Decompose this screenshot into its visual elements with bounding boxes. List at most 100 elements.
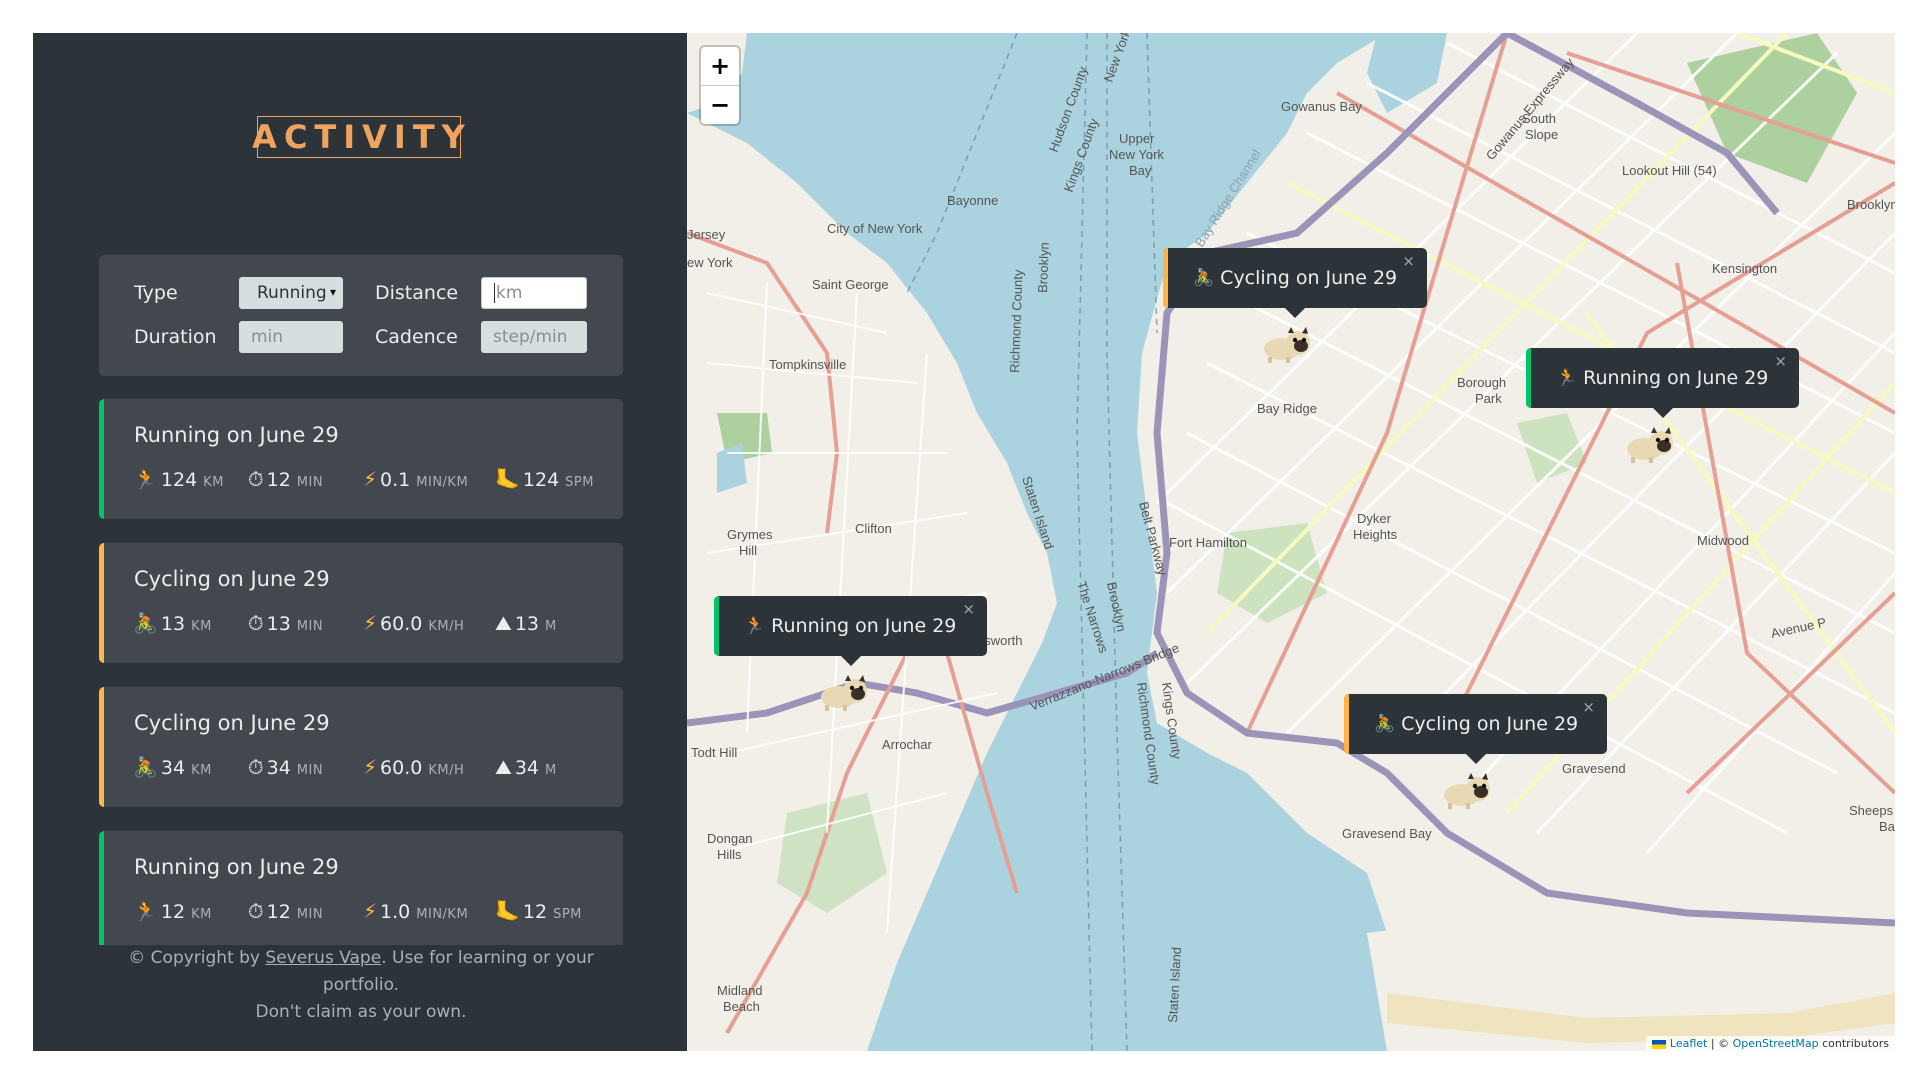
pug-marker-icon[interactable] [1260, 323, 1314, 365]
stat-value: 12 [522, 901, 548, 923]
type-select[interactable]: Running ▾ [239, 277, 343, 309]
copyright-text: Don't claim as your own. [255, 1002, 467, 1022]
distance-input[interactable]: km [481, 277, 587, 309]
map-label: Midwood [1697, 533, 1749, 548]
map[interactable]: Gowanus Bay Gowanus Expressway South Slo… [687, 33, 1895, 1051]
mountain-icon: ⛰ [495, 755, 512, 779]
foot-icon: 🦶 [495, 899, 520, 923]
stat-value: 124 [160, 469, 198, 491]
map-label: Sheeps [1849, 803, 1894, 818]
type-select-value: Running [257, 283, 327, 303]
duration-stat: ⏱ 12 MIN [248, 899, 323, 923]
osm-link[interactable]: OpenStreetMap [1733, 1037, 1819, 1050]
attribution-text: | © [1707, 1037, 1733, 1050]
map-label: Ba [1879, 819, 1895, 834]
stat-unit: KM [191, 907, 212, 922]
stat-unit: KM [191, 763, 212, 778]
stat-unit: KM [203, 475, 224, 490]
sidebar-scroll-area[interactable]: ACTIVITY Type Running ▾ Distance km Dura… [33, 33, 687, 945]
map-label: Upper [1119, 131, 1155, 146]
workout-card[interactable]: Running on June 29 🏃 124 KM ⏱ 12 MIN ⚡ 0.1 MIN… [99, 399, 623, 519]
stopwatch-icon: ⏱ [248, 755, 264, 779]
stat-unit: KM [191, 619, 212, 634]
running-stripe [714, 596, 719, 656]
cadence-label: Cadence [375, 326, 458, 348]
map-label: Todt Hill [691, 745, 737, 760]
author-link[interactable]: Severus Vape [265, 948, 381, 968]
pug-marker-icon[interactable] [1440, 769, 1494, 811]
pace-stat: ⚡ 0.1 MIN/KM [363, 467, 468, 491]
stat-unit: SPM [553, 907, 582, 922]
map-label: Fort Hamilton [1169, 535, 1247, 550]
duration-stat: ⏱ 12 MIN [248, 467, 323, 491]
popup-text: Cycling on June 29 [1220, 267, 1398, 289]
map-label: Clifton [855, 521, 892, 536]
map-popup[interactable]: 🚴 Cycling on June 29 × [1163, 248, 1427, 318]
workout-card[interactable]: Running on June 29 🏃 12 KM ⏱ 12 MIN ⚡ 1.0 MIN/… [99, 831, 623, 945]
zoom-in-button[interactable]: + [701, 47, 739, 86]
running-stripe [1526, 348, 1531, 408]
stat-value: 13 [266, 613, 291, 635]
popup-tip [1285, 308, 1305, 318]
pug-marker-icon[interactable] [1623, 423, 1677, 465]
close-icon[interactable]: × [962, 600, 975, 618]
close-icon[interactable]: × [1774, 352, 1787, 370]
pug-marker-icon[interactable] [817, 671, 871, 713]
stat-value: 60.0 [380, 613, 423, 635]
cadence-stat: 🦶 12 SPM [495, 899, 582, 923]
close-icon[interactable]: × [1402, 252, 1415, 270]
stopwatch-icon: ⏱ [248, 467, 264, 491]
duration-input[interactable]: min [239, 321, 343, 353]
stat-unit: MIN [296, 475, 324, 490]
map-label: City of New York [827, 221, 923, 236]
map-popup[interactable]: 🚴 Cycling on June 29 × [1344, 694, 1607, 764]
stat-value: 12 [160, 901, 186, 923]
stopwatch-icon: ⏱ [248, 899, 264, 923]
map-label: Bayonne [947, 193, 998, 208]
pace-stat: ⚡ 1.0 MIN/KM [363, 899, 468, 923]
map-label: Brooklyn [1035, 242, 1052, 293]
map-label: Gravesend [1562, 761, 1626, 776]
stopwatch-icon: ⏱ [248, 611, 264, 635]
sidebar: ACTIVITY Type Running ▾ Distance km Dura… [33, 33, 687, 1051]
running-icon: 🏃 [133, 467, 158, 491]
map-label: New York [1101, 33, 1134, 84]
type-label: Type [134, 282, 178, 304]
duration-label: Duration [134, 326, 217, 348]
map-label: Hills [717, 847, 742, 862]
distance-placeholder: km [496, 283, 523, 303]
map-label: Borough [1457, 375, 1506, 390]
map-popup[interactable]: 🏃 Running on June 29 × [714, 596, 987, 666]
map-label: Arrochar [882, 737, 933, 752]
distance-stat: 🏃 12 KM [133, 899, 212, 923]
stat-value: 13 [514, 613, 539, 635]
stat-unit: MIN/KM [416, 475, 469, 490]
elevation-stat: ⛰ 13 M [495, 611, 557, 635]
stat-unit: KM/H [428, 619, 465, 634]
map-label: Hill [739, 543, 757, 558]
popup-tip [1465, 754, 1486, 764]
map-popup[interactable]: 🏃 Running on June 29 × [1526, 348, 1799, 418]
map-label: Staten Island [1165, 947, 1184, 1024]
app-container: ACTIVITY Type Running ▾ Distance km Dura… [33, 33, 1895, 1051]
close-icon[interactable]: × [1582, 698, 1595, 716]
stat-value: 124 [522, 469, 560, 491]
elevation-stat: ⛰ 34 M [495, 755, 557, 779]
cadence-placeholder: step/min [493, 327, 568, 347]
workout-card[interactable]: Cycling on June 29 🚴 13 KM ⏱ 13 MIN ⚡ 60.0 KM/… [99, 543, 623, 663]
leaflet-link[interactable]: Leaflet [1670, 1037, 1707, 1050]
workout-card[interactable]: Cycling on June 29 🚴 34 KM ⏱ 34 MIN ⚡ 60.0 KM/… [99, 687, 623, 807]
distance-stat: 🚴 34 KM [133, 755, 212, 779]
lightning-icon: ⚡ [363, 467, 378, 491]
map-label: Brooklyn [1104, 581, 1129, 634]
stat-unit: MIN/KM [416, 907, 469, 922]
cadence-input[interactable]: step/min [481, 321, 587, 353]
zoom-out-button[interactable]: − [701, 86, 739, 124]
logo: ACTIVITY [252, 116, 472, 158]
duration-stat: ⏱ 13 MIN [248, 611, 323, 635]
stat-unit: M [545, 619, 557, 634]
stat-value: 0.1 [380, 469, 411, 491]
workout-form: Type Running ▾ Distance km Duration min … [99, 255, 623, 376]
workout-title: Cycling on June 29 [134, 711, 330, 735]
stat-unit: SPM [565, 475, 594, 490]
